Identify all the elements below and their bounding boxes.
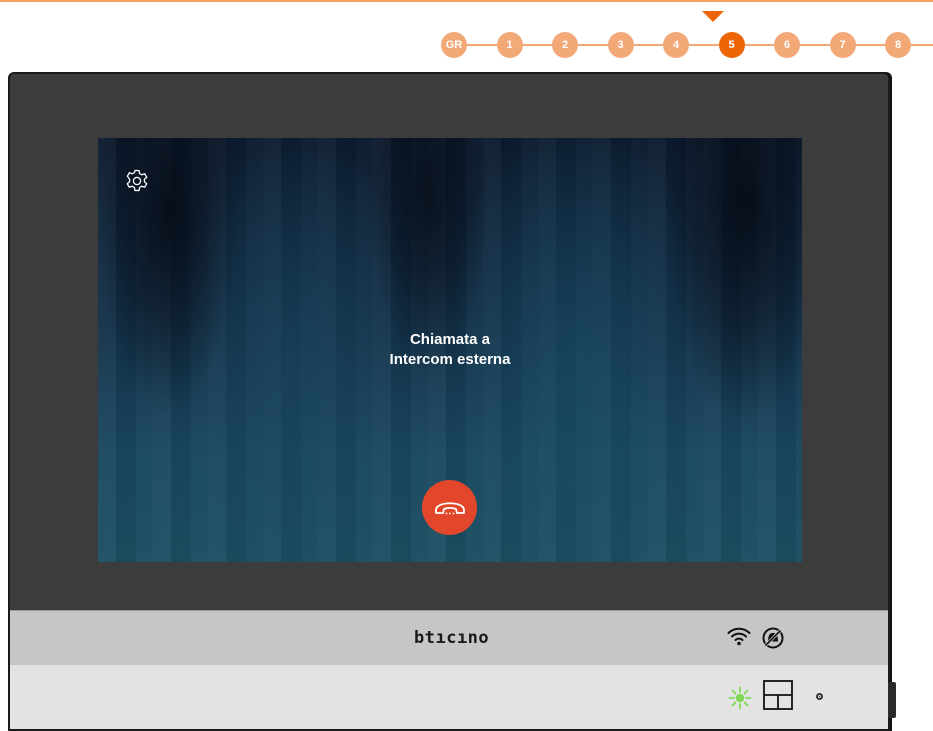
step-connector (633, 44, 663, 46)
step-connector (800, 44, 830, 46)
step-4[interactable]: 4 (663, 32, 689, 58)
video-intercom-device: Chiamata a Intercom esterna btıcıno (8, 72, 890, 731)
step-connector (578, 44, 608, 46)
step-navigation: GR123456789 (0, 0, 933, 70)
front-panel-band: btıcıno (10, 610, 888, 666)
step-connector (689, 44, 719, 46)
end-call-button[interactable] (422, 480, 477, 535)
hangup-icon (434, 501, 465, 514)
step-gr[interactable]: GR (441, 32, 467, 58)
do-not-disturb-icon (762, 627, 784, 649)
gear-icon[interactable] (124, 168, 150, 194)
step-5[interactable]: 5 (718, 32, 745, 58)
step-7[interactable]: 7 (829, 32, 856, 58)
call-status-line-2: Intercom esterna (389, 351, 511, 368)
microphone-dot (816, 693, 823, 700)
step-2[interactable]: 2 (552, 32, 578, 58)
side-button[interactable] (888, 682, 896, 718)
step-3[interactable]: 3 (607, 32, 634, 58)
call-status-line-1: Chiamata a (409, 331, 491, 348)
key-button-icon[interactable] (763, 680, 793, 710)
touch-screen: Chiamata a Intercom esterna (98, 138, 802, 562)
device-base (10, 665, 888, 729)
wifi-icon (727, 627, 751, 646)
step-8[interactable]: 8 (885, 32, 911, 58)
current-step-marker (702, 11, 724, 22)
step-connector (855, 44, 885, 46)
step-6[interactable]: 6 (774, 32, 800, 58)
step-connector (522, 44, 552, 46)
step-connector (467, 44, 497, 46)
call-status: Chiamata a Intercom esterna (98, 330, 802, 370)
brand-logo: btıcıno (414, 628, 490, 648)
step-connector (911, 44, 933, 46)
step-1[interactable]: 1 (496, 32, 523, 58)
status-led-icon (728, 686, 752, 710)
step-connector (744, 44, 774, 46)
